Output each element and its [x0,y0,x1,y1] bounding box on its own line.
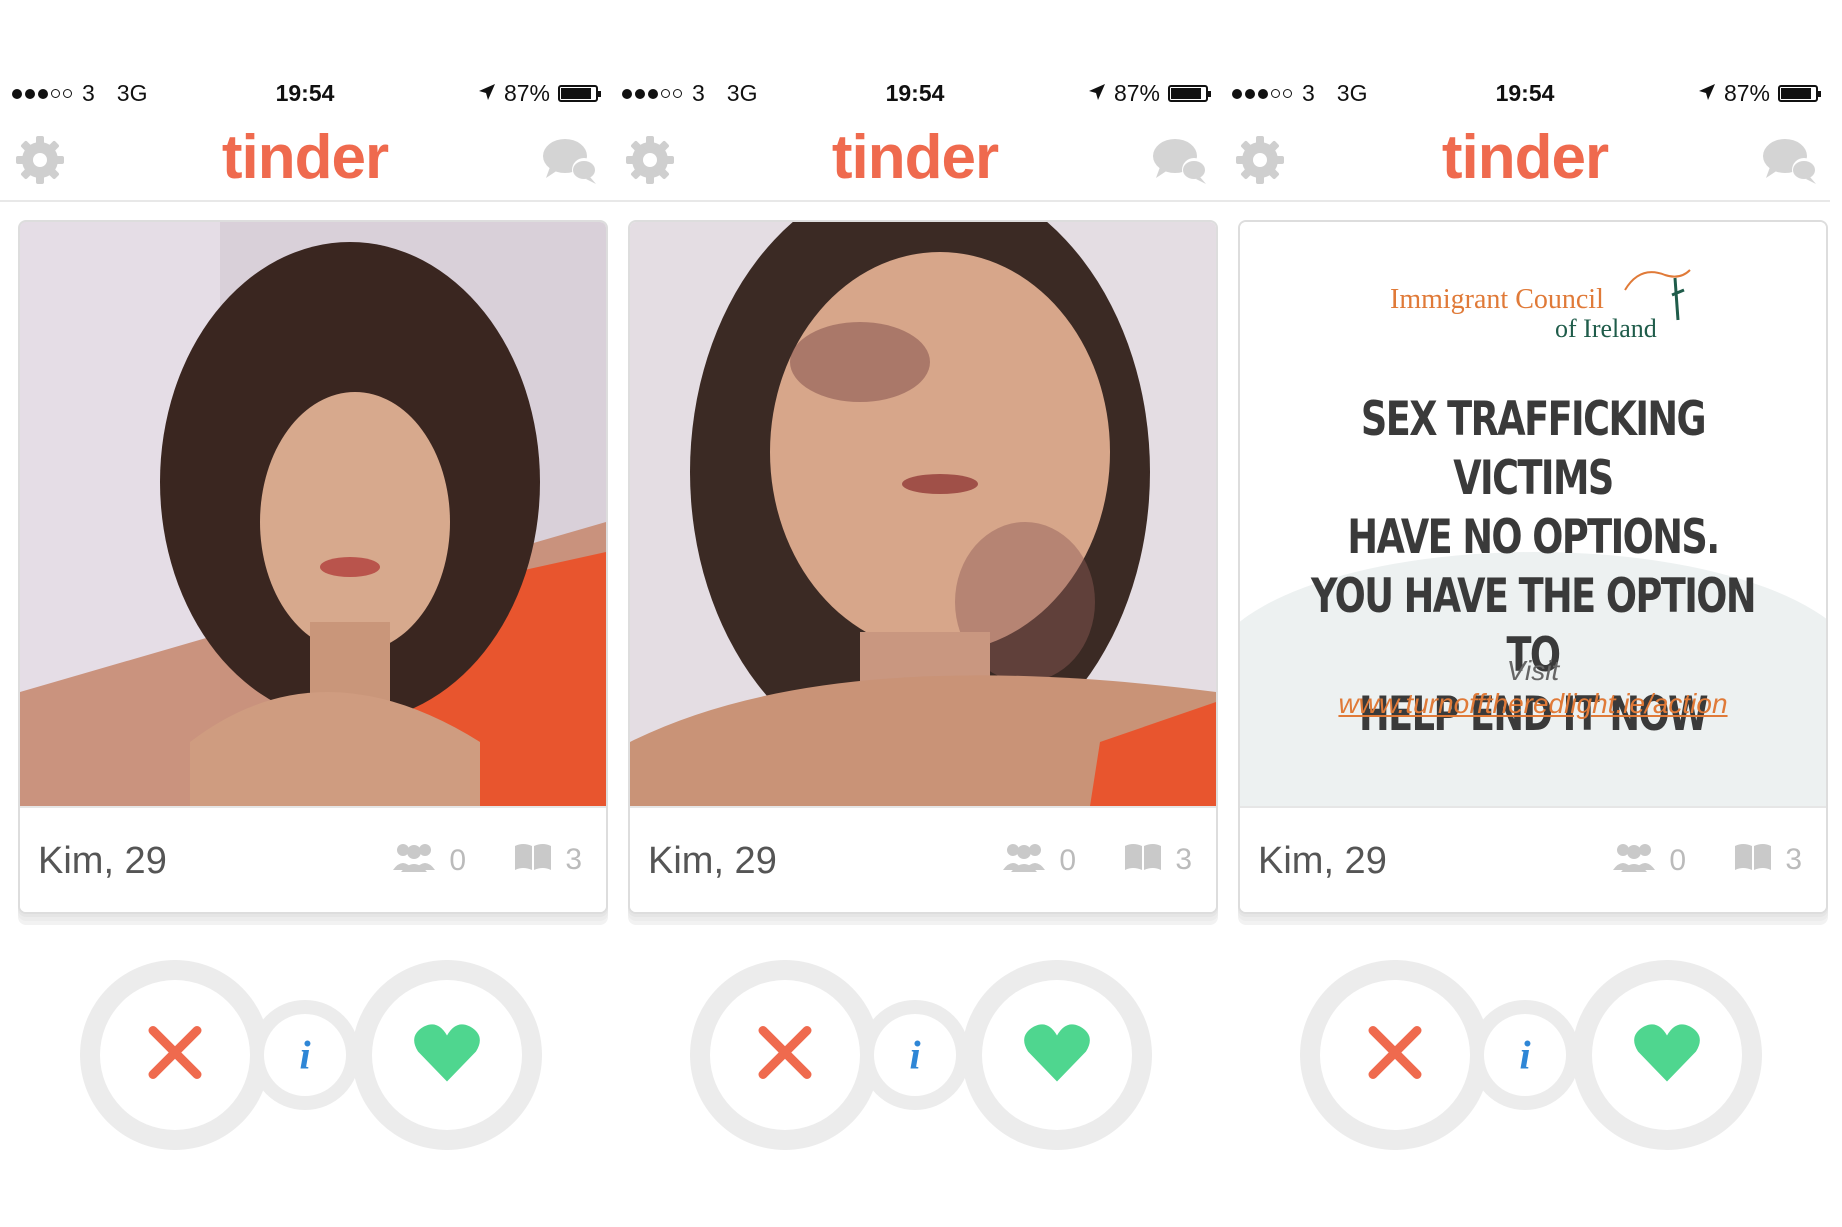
battery-percent: 87% [1723,80,1770,106]
nope-button[interactable] [80,960,270,1150]
phone-screen-3: 3 3G 19:54 87% tinder Immigrant Council … [1220,0,1830,1227]
status-bar: 3 3G 19:54 87% [1220,80,1830,110]
tinder-logo: tinder [1441,123,1609,192]
action-buttons: i [0,960,610,1160]
nope-button[interactable] [690,960,880,1150]
profile-photo [20,222,606,806]
battery-icon [1168,85,1211,102]
friends-count: 0 [449,844,466,877]
visit-label: Visit [1506,655,1560,686]
info-button[interactable]: i [860,1000,970,1110]
info-icon: i [909,1032,921,1078]
profile-photo-bruised [630,222,1216,806]
nope-x-icon [147,1025,203,1086]
location-arrow-icon [1088,80,1106,107]
organization-name-line2: of Ireland [1555,314,1657,343]
nope-button[interactable] [1300,960,1490,1150]
shared-friends: 0 [1611,842,1686,880]
profile-card[interactable]: Kim, 29 0 3 [628,220,1218,914]
tinder-logo: tinder [221,123,389,192]
info-button[interactable]: i [250,1000,360,1110]
profile-name-age: Kim, 29 [1258,840,1387,882]
book-icon [1123,842,1163,878]
campaign-url-link[interactable]: www.turnofftheredlight.ie/action [1240,688,1826,720]
profile-card[interactable]: Kim, 29 0 3 [18,220,608,914]
shared-interests: 3 [513,842,582,878]
nav-bar: tinder [610,118,1220,202]
phone-screen-1: 3 3G 19:54 87% tinder Kim, 29 0 3 i [0,0,610,1227]
shared-interests: 3 [1733,842,1802,878]
heart-icon [1022,1022,1092,1089]
shared-friends: 0 [1001,842,1076,880]
battery-percent: 87% [1113,80,1160,106]
shared-friends: 0 [391,842,466,880]
like-button[interactable] [962,960,1152,1150]
nav-bar: tinder [0,118,610,202]
book-icon [1733,842,1773,878]
like-button[interactable] [352,960,542,1150]
like-button[interactable] [1572,960,1762,1150]
status-bar: 3 3G 19:54 87% [0,80,610,110]
battery-percent: 87% [503,80,550,106]
friends-icon [1611,842,1657,880]
interests-count: 3 [1175,843,1192,876]
status-bar: 3 3G 19:54 87% [610,80,1220,110]
profile-name-age: Kim, 29 [648,840,777,882]
book-icon [513,842,553,878]
shared-interests: 3 [1123,842,1192,878]
card-footer: Kim, 29 0 3 [1240,806,1826,912]
action-buttons: i [610,960,1220,1160]
campaign-ad: Immigrant Council of Ireland SEX TRAFFIC… [1240,222,1826,806]
battery-icon [1778,85,1821,102]
info-button[interactable]: i [1470,1000,1580,1110]
friends-icon [1001,842,1047,880]
tinder-logo: tinder [831,123,999,192]
chat-bubbles-icon[interactable] [540,134,600,186]
profile-name-age: Kim, 29 [38,840,167,882]
chat-bubbles-icon[interactable] [1760,134,1820,186]
card-footer: Kim, 29 0 3 [20,806,606,912]
headline-line: HAVE NO OPTIONS. [1347,510,1720,565]
nope-x-icon [1367,1025,1423,1086]
phone-screen-2: 3 3G 19:54 87% tinder Kim, 29 0 3 i [610,0,1220,1227]
heart-icon [1632,1022,1702,1089]
info-icon: i [299,1032,311,1078]
battery-icon [558,85,601,102]
location-arrow-icon [478,80,496,107]
friends-count: 0 [1669,844,1686,877]
heart-icon [412,1022,482,1089]
headline-line: SEX TRAFFICKING VICTIMS [1360,392,1707,506]
location-arrow-icon [1698,80,1716,107]
action-buttons: i [1220,960,1830,1160]
interests-count: 3 [565,843,582,876]
friends-icon [391,842,437,880]
info-icon: i [1519,1032,1531,1078]
friends-count: 0 [1059,844,1076,877]
ad-card[interactable]: Immigrant Council of Ireland SEX TRAFFIC… [1238,220,1828,914]
card-footer: Kim, 29 0 3 [630,806,1216,912]
nav-bar: tinder [1220,118,1830,202]
nope-x-icon [757,1025,813,1086]
chat-bubbles-icon[interactable] [1150,134,1210,186]
organization-name: Immigrant Council [1390,284,1604,315]
interests-count: 3 [1785,843,1802,876]
